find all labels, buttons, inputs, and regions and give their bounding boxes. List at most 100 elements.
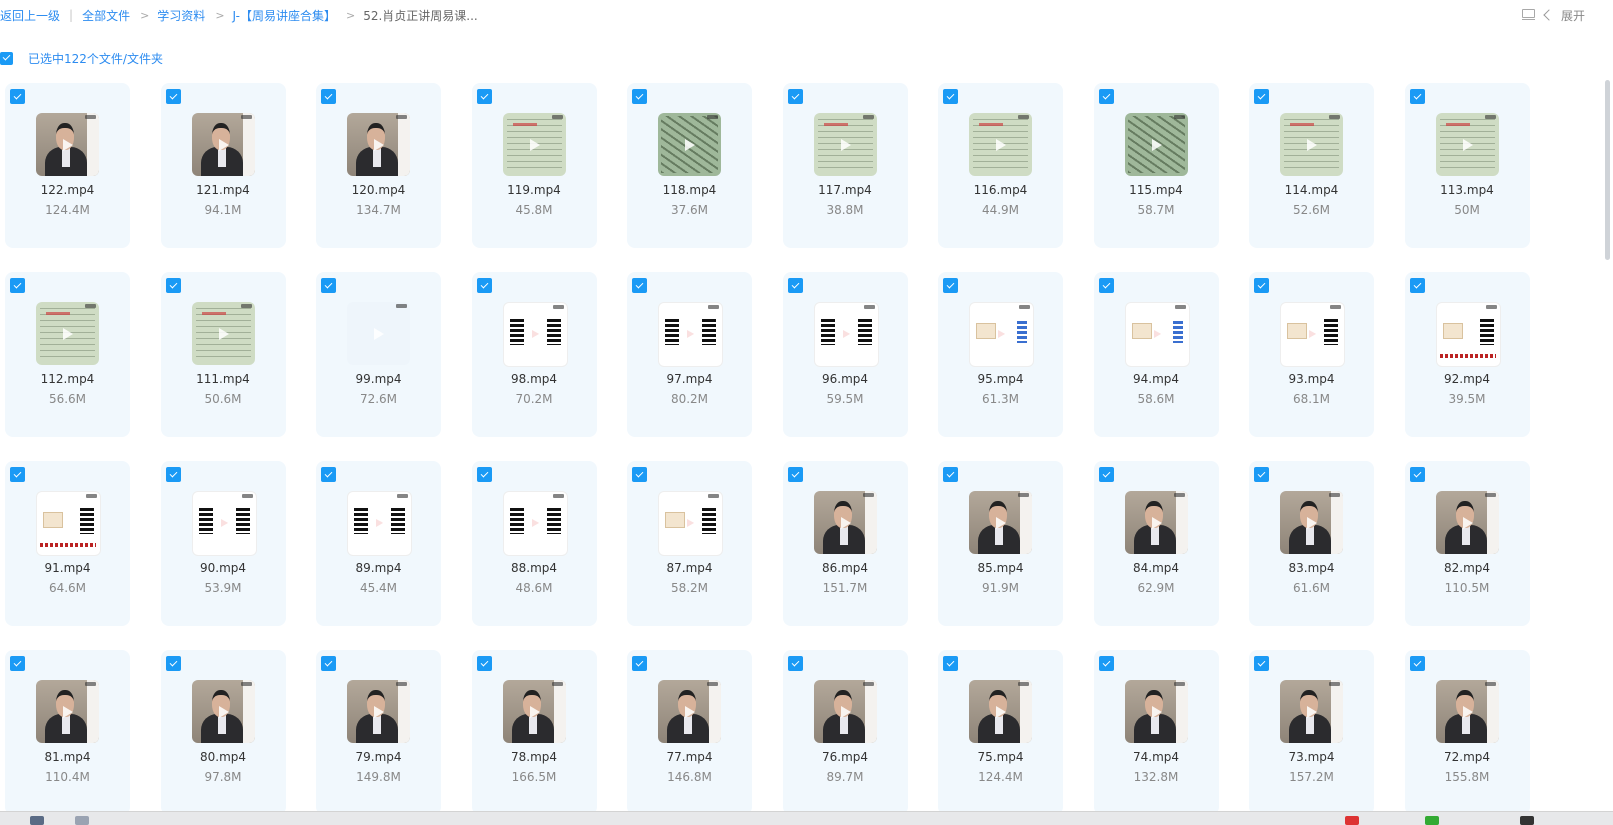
file-checkbox[interactable] [787,278,803,293]
file-checkbox[interactable] [321,89,336,104]
video-thumbnail[interactable] [1280,302,1345,367]
file-checkbox[interactable] [10,89,25,104]
file-card[interactable]: 113.mp4 50M [1404,83,1530,248]
file-checkbox[interactable] [1409,656,1425,671]
file-card[interactable]: 89.mp4 45.4M [316,461,441,626]
video-thumbnail[interactable] [36,491,101,556]
breadcrumb-level1[interactable]: 学习资料 [157,7,205,24]
video-thumbnail[interactable] [191,302,255,365]
file-card[interactable]: 73.mp4 157.2M [1249,650,1374,815]
file-checkbox[interactable] [787,467,803,482]
file-card[interactable]: 96.mp4 59.5M [782,272,908,437]
video-thumbnail[interactable] [502,680,566,743]
file-card[interactable]: 82.mp4 110.5M [1404,461,1530,626]
video-thumbnail[interactable] [969,680,1032,743]
video-thumbnail[interactable] [1435,680,1499,743]
file-checkbox[interactable] [476,278,492,293]
file-checkbox[interactable] [1254,278,1269,293]
video-thumbnail[interactable] [969,113,1032,176]
file-checkbox[interactable] [787,89,803,104]
file-card[interactable]: 87.mp4 58.2M [627,461,752,626]
file-card[interactable]: 86.mp4 151.7M [782,461,908,626]
file-checkbox[interactable] [1409,278,1425,293]
file-checkbox[interactable] [476,656,492,671]
video-thumbnail[interactable] [1124,491,1188,554]
file-checkbox[interactable] [943,656,958,671]
file-checkbox[interactable] [1409,89,1425,104]
file-checkbox[interactable] [321,278,336,293]
video-thumbnail[interactable] [1435,491,1499,554]
video-thumbnail[interactable] [347,491,412,556]
video-thumbnail[interactable] [969,491,1032,554]
file-card[interactable]: 119.mp4 45.8M [471,83,597,248]
file-checkbox[interactable] [476,467,492,482]
video-thumbnail[interactable] [191,491,257,556]
video-thumbnail[interactable] [813,680,877,743]
video-thumbnail[interactable] [36,302,99,365]
file-card[interactable]: 120.mp4 134.7M [316,83,441,248]
file-card[interactable]: 76.mp4 89.7M [782,650,908,815]
file-checkbox[interactable] [1098,656,1114,671]
file-card[interactable]: 95.mp4 61.3M [938,272,1063,437]
taskbar-app-icon[interactable] [75,816,89,825]
file-card[interactable]: 84.mp4 62.9M [1093,461,1219,626]
file-card[interactable]: 85.mp4 91.9M [938,461,1063,626]
file-checkbox[interactable] [10,467,25,482]
video-thumbnail[interactable] [1124,113,1188,176]
video-thumbnail[interactable] [658,680,721,743]
file-card[interactable]: 121.mp4 94.1M [160,83,286,248]
video-thumbnail[interactable] [813,113,877,176]
file-checkbox[interactable] [943,89,958,104]
file-checkbox[interactable] [943,278,958,293]
file-card[interactable]: 117.mp4 38.8M [782,83,908,248]
file-card[interactable]: 80.mp4 97.8M [160,650,286,815]
video-thumbnail[interactable] [1124,680,1188,743]
file-card[interactable]: 75.mp4 124.4M [938,650,1063,815]
file-checkbox[interactable] [632,656,647,671]
file-card[interactable]: 99.mp4 72.6M [316,272,441,437]
file-checkbox[interactable] [943,467,958,482]
breadcrumb-level2[interactable]: J-【周易讲座合集】 [233,7,336,24]
file-card[interactable]: 118.mp4 37.6M [627,83,752,248]
taskbar-tray-icon[interactable] [1520,816,1534,825]
file-checkbox[interactable] [321,656,336,671]
back-link[interactable]: 返回上一级 [0,7,60,24]
video-thumbnail[interactable] [36,113,99,176]
video-thumbnail[interactable] [347,113,410,176]
file-card[interactable]: 92.mp4 39.5M [1404,272,1530,437]
file-checkbox[interactable] [476,89,492,104]
video-thumbnail[interactable] [658,302,723,367]
file-checkbox[interactable] [1098,467,1114,482]
breadcrumb-all-files[interactable]: 全部文件 [82,7,130,24]
expand-button[interactable]: 展开 [1543,7,1585,24]
file-checkbox[interactable] [787,656,803,671]
file-card[interactable]: 115.mp4 58.7M [1093,83,1219,248]
layout-icon[interactable] [1521,8,1535,22]
file-card[interactable]: 77.mp4 146.8M [627,650,752,815]
file-checkbox[interactable] [632,278,647,293]
taskbar-tray-icon[interactable] [1345,816,1359,825]
video-thumbnail[interactable] [1280,680,1343,743]
video-thumbnail[interactable] [347,302,410,365]
file-card[interactable]: 93.mp4 68.1M [1249,272,1374,437]
file-card[interactable]: 114.mp4 52.6M [1249,83,1374,248]
taskbar-tray-icon[interactable] [1425,816,1439,825]
video-thumbnail[interactable] [813,491,877,554]
video-thumbnail[interactable] [191,113,255,176]
file-checkbox[interactable] [632,89,647,104]
file-card[interactable]: 74.mp4 132.8M [1093,650,1219,815]
video-thumbnail[interactable] [36,680,99,743]
video-thumbnail[interactable] [1435,113,1499,176]
file-card[interactable]: 90.mp4 53.9M [160,461,286,626]
file-checkbox[interactable] [632,467,647,482]
video-thumbnail[interactable] [1124,302,1190,367]
file-checkbox[interactable] [1098,278,1114,293]
file-checkbox[interactable] [165,467,181,482]
video-thumbnail[interactable] [658,491,723,556]
file-card[interactable]: 116.mp4 44.9M [938,83,1063,248]
file-card[interactable]: 83.mp4 61.6M [1249,461,1374,626]
file-card[interactable]: 78.mp4 166.5M [471,650,597,815]
file-checkbox[interactable] [1098,89,1114,104]
video-thumbnail[interactable] [1435,302,1501,367]
video-thumbnail[interactable] [502,302,568,367]
